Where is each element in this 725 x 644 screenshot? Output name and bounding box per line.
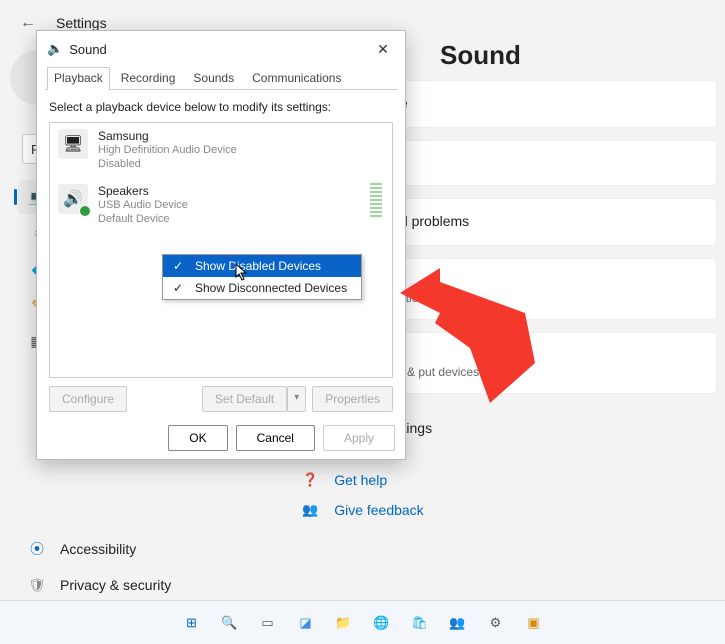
cancel-button[interactable]: Cancel: [236, 425, 315, 451]
sidebar-item-label: Accessibility: [60, 541, 136, 557]
help-label: Get help: [334, 472, 387, 488]
dialog-title: Sound: [69, 42, 107, 57]
properties-button[interactable]: Properties: [312, 386, 393, 412]
context-menu-label: Show Disabled Devices: [195, 259, 321, 273]
taskbar-app-icon[interactable]: ▣: [519, 608, 549, 638]
sidebar-item-label: Privacy & security: [60, 577, 171, 593]
tab-recording[interactable]: Recording: [114, 67, 183, 90]
page-title: Sound: [440, 40, 521, 71]
device-item[interactable]: 🔊 SpeakersUSB Audio DeviceDefault Device: [50, 178, 392, 233]
configure-button[interactable]: Configure: [49, 386, 127, 412]
taskbar-taskview-icon[interactable]: ▭: [253, 608, 283, 638]
help-label: Give feedback: [334, 502, 424, 518]
context-menu-item[interactable]: ✓ Show Disconnected Devices: [163, 277, 361, 299]
sidebar-item-privacy[interactable]: 🛡 Privacy & security: [18, 568, 218, 602]
taskbar-edge-icon[interactable]: 🌐: [367, 608, 397, 638]
device-item[interactable]: 🖥 SamsungHigh Definition Audio DeviceDisa…: [50, 123, 392, 178]
sidebar-item-accessibility[interactable]: ⦿ Accessibility: [18, 532, 218, 566]
back-icon[interactable]: ←: [20, 14, 36, 32]
speaker-icon: 🔈: [47, 41, 63, 57]
set-default-dropdown[interactable]: ▾: [287, 386, 306, 412]
accessibility-icon: ⦿: [28, 540, 46, 558]
context-menu: ✓ Show Disabled Devices ✓ Show Disconnected…: [162, 254, 362, 300]
ok-button[interactable]: OK: [168, 425, 227, 451]
level-meter-icon: [370, 183, 382, 217]
set-default-button[interactable]: Set Default: [202, 386, 287, 412]
tab-playback[interactable]: Playback: [47, 67, 110, 90]
tab-communications[interactable]: Communications: [245, 67, 348, 90]
device-desc: USB Audio Device: [98, 198, 188, 212]
sound-dialog: 🔈 Sound ✕ PlaybackRecordingSoundsCommuni…: [36, 30, 406, 460]
taskbar: ⊞ 🔍 ▭ ◪ 📁 🌐 🛍 👥 ⚙ ▣: [0, 600, 725, 644]
check-icon: ✓: [171, 259, 185, 273]
device-list[interactable]: 🖥 SamsungHigh Definition Audio DeviceDisa…: [49, 122, 393, 378]
taskbar-settings-icon[interactable]: ⚙: [481, 608, 511, 638]
taskbar-store-icon[interactable]: 🛍: [405, 608, 435, 638]
device-status: Disabled: [98, 157, 237, 171]
close-icon[interactable]: ✕: [371, 37, 395, 61]
tab-sounds[interactable]: Sounds: [186, 67, 241, 90]
help-link[interactable]: 👥 Give feedback: [302, 502, 717, 518]
help-icon: ❓: [302, 472, 318, 488]
taskbar-explorer-icon[interactable]: 📁: [329, 608, 359, 638]
check-badge-icon: [79, 205, 91, 217]
help-icon: 👥: [302, 502, 318, 518]
dialog-instruction: Select a playback device below to modify…: [49, 100, 393, 114]
help-link[interactable]: ❓ Get help: [302, 472, 717, 488]
device-name: Samsung: [98, 129, 237, 143]
taskbar-teams-icon[interactable]: 👥: [443, 608, 473, 638]
settings-title: Settings: [56, 15, 107, 31]
taskbar-search-icon[interactable]: 🔍: [215, 608, 245, 638]
context-menu-label: Show Disconnected Devices: [195, 281, 347, 295]
context-menu-item[interactable]: ✓ Show Disabled Devices: [163, 255, 361, 277]
taskbar-widgets-icon[interactable]: ◪: [291, 608, 321, 638]
device-status: Default Device: [98, 212, 188, 226]
device-icon: 🔊: [58, 184, 88, 214]
device-icon: 🖥: [58, 129, 88, 159]
privacy-icon: 🛡: [28, 576, 46, 594]
device-desc: High Definition Audio Device: [98, 143, 237, 157]
apply-button[interactable]: Apply: [323, 425, 395, 451]
device-name: Speakers: [98, 184, 188, 198]
check-icon: ✓: [171, 281, 185, 295]
taskbar-start-icon[interactable]: ⊞: [177, 608, 207, 638]
